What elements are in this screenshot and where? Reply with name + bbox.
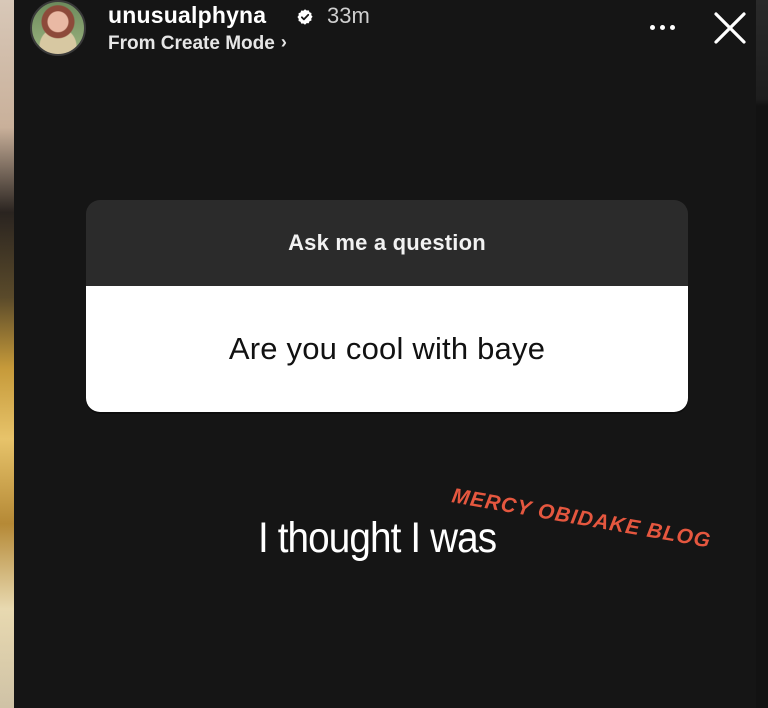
question-text: Are you cool with baye <box>228 331 546 366</box>
story-viewer: unusualphyna 33m From Create Mode › Ask m… <box>0 0 768 708</box>
question-sticker: Ask me a question Are you cool with baye <box>86 200 688 412</box>
question-sticker-header: Ask me a question <box>86 200 688 286</box>
previous-story-edge[interactable] <box>0 0 14 708</box>
more-dot <box>659 24 665 30</box>
question-sticker-body: Are you cool with baye <box>86 286 688 412</box>
create-mode-link[interactable]: From Create Mode › <box>108 32 287 55</box>
verified-badge-icon <box>297 9 313 25</box>
more-dot <box>649 24 655 30</box>
profile-avatar[interactable] <box>30 0 86 56</box>
chevron-right-icon: › <box>280 32 287 52</box>
more-dot <box>669 24 675 30</box>
watermark-text: MERCY OBIDAKE BLOG <box>451 484 711 552</box>
username[interactable]: unusualphyna <box>108 2 266 29</box>
create-mode-label: From Create Mode <box>108 33 275 54</box>
close-icon[interactable] <box>708 6 752 50</box>
next-story-edge[interactable] <box>756 0 768 708</box>
story-header: unusualphyna 33m From Create Mode › <box>14 0 756 76</box>
more-options-button[interactable] <box>642 12 682 42</box>
question-sticker-title: Ask me a question <box>288 230 486 255</box>
post-time: 33m <box>327 3 370 28</box>
watermark: MERCY OBIDAKE BLOG <box>451 484 711 552</box>
